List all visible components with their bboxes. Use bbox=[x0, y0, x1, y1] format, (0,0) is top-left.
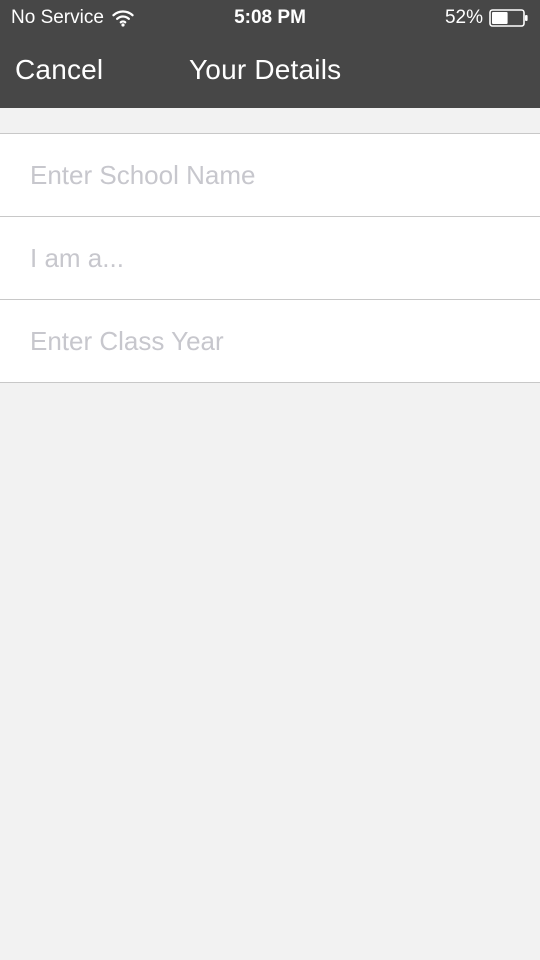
class-year-input[interactable] bbox=[30, 300, 520, 382]
battery-percentage: 52% bbox=[444, 7, 483, 28]
form-row-class-year bbox=[0, 300, 540, 383]
school-name-input[interactable] bbox=[30, 134, 520, 216]
status-bar: No Service 5:08 PM 52% bbox=[0, 0, 540, 36]
page-title: Your Details bbox=[189, 54, 342, 85]
top-bar: No Service 5:08 PM 52% Cancel Your Detai… bbox=[0, 0, 540, 108]
battery-icon bbox=[489, 9, 528, 27]
cancel-button[interactable]: Cancel bbox=[15, 54, 103, 86]
details-screen: No Service 5:08 PM 52% Cancel Your Detai… bbox=[0, 0, 540, 960]
navigation-bar: Cancel Your Details bbox=[0, 42, 540, 102]
status-right: 52% bbox=[445, 7, 529, 29]
form-row-school bbox=[0, 134, 540, 217]
role-input[interactable] bbox=[30, 217, 520, 299]
details-form bbox=[0, 133, 540, 383]
form-row-role bbox=[0, 217, 540, 300]
